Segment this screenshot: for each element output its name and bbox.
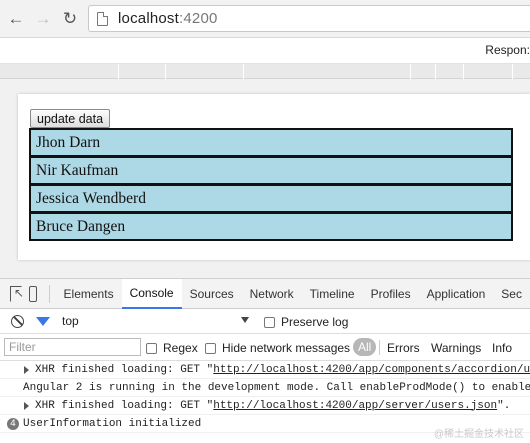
browser-toolbar: ← → ↻ localhost:4200 (0, 0, 530, 38)
responsive-dropdown[interactable]: Respon: (485, 43, 530, 57)
message-suffix: ". (497, 399, 511, 412)
preserve-log-checkbox[interactable] (264, 316, 275, 328)
filter-input[interactable] (4, 338, 141, 356)
message-link[interactable]: http://localhost:4200/app/components/acc… (213, 364, 530, 376)
page-viewport: update data Jhon Darn Nir Kaufman Jessic… (0, 79, 530, 278)
console-toolbar: top Preserve log (0, 309, 530, 334)
regex-option[interactable]: Regex (146, 341, 198, 355)
message-text: XHR finished loading: GET "http://localh… (35, 400, 510, 412)
clear-console-icon[interactable] (11, 314, 24, 328)
tab-profiles[interactable]: Profiles (363, 279, 419, 309)
level-all-button[interactable]: All (353, 338, 377, 356)
message-link[interactable]: http://localhost:4200/app/server/users.j… (213, 400, 497, 412)
url-port: :4200 (179, 10, 218, 27)
reload-icon[interactable]: ↻ (59, 8, 81, 30)
back-arrow-icon[interactable]: ← (5, 8, 27, 30)
hide-network-checkbox[interactable] (205, 342, 216, 354)
level-info-button[interactable]: Info (492, 341, 512, 355)
message-prefix: XHR finished loading: GET " (35, 399, 214, 412)
user-row: Bruce Dangen (29, 212, 513, 241)
tab-application[interactable]: Application (419, 279, 494, 309)
user-row: Jessica Wendberd (29, 184, 513, 213)
console-message: XHR finished loading: GET "http://localh… (0, 361, 530, 379)
device-toolbar: Respon: (0, 38, 530, 64)
tab-sources[interactable]: Sources (182, 279, 242, 309)
console-message: Angular 2 is running in the development … (0, 379, 530, 397)
console-messages: XHR finished loading: GET "http://localh… (0, 361, 530, 433)
regex-checkbox[interactable] (146, 342, 157, 354)
address-bar[interactable]: localhost:4200 (88, 5, 530, 32)
hide-network-label: Hide network messages (222, 341, 351, 355)
tab-security[interactable]: Sec (493, 279, 530, 309)
user-row: Jhon Darn (29, 128, 513, 157)
hide-network-option[interactable]: Hide network messages (205, 341, 350, 355)
inspect-element-icon[interactable] (10, 285, 24, 302)
level-warnings-button[interactable]: Warnings (431, 341, 481, 355)
watermark: @稀土掘金技术社区 (433, 429, 524, 440)
expand-arrow-icon[interactable] (24, 366, 29, 374)
page-icon (97, 11, 108, 26)
divider (379, 340, 380, 355)
device-mode-icon[interactable] (28, 285, 37, 302)
console-filter-bar: Regex Hide network messages All Errors W… (0, 334, 530, 361)
tab-elements[interactable]: Elements (50, 279, 122, 309)
app-root: update data Jhon Darn Nir Kaufman Jessic… (18, 94, 530, 260)
repeat-count-badge: 4 (7, 418, 19, 430)
forward-arrow-icon[interactable]: → (32, 8, 54, 30)
tab-timeline[interactable]: Timeline (302, 279, 363, 309)
tab-network[interactable]: Network (242, 279, 302, 309)
preserve-log-label: Preserve log (281, 315, 349, 329)
message-prefix: XHR finished loading: GET " (35, 363, 214, 376)
level-errors-button[interactable]: Errors (387, 341, 420, 355)
filter-icon[interactable] (36, 316, 50, 326)
dropdown-arrow-icon[interactable] (241, 317, 249, 323)
update-data-button[interactable]: update data (30, 109, 111, 128)
devtools-panel: Elements Console Sources Network Timelin… (0, 278, 530, 443)
message-text: XHR finished loading: GET "http://localh… (35, 364, 530, 376)
media-query-ruler (0, 64, 530, 79)
regex-label: Regex (163, 341, 198, 355)
user-row: Nir Kaufman (29, 156, 513, 185)
console-message: XHR finished loading: GET "http://localh… (0, 397, 530, 415)
expand-arrow-icon[interactable] (24, 402, 29, 410)
devtools-tabbar: Elements Console Sources Network Timelin… (0, 278, 530, 309)
preserve-log-option[interactable]: Preserve log (264, 315, 348, 329)
message-text: UserInformation initialized (23, 417, 202, 430)
tab-console[interactable]: Console (121, 278, 182, 309)
user-list: Jhon Darn Nir Kaufman Jessica Wendberd B… (29, 128, 513, 241)
context-selector[interactable]: top (62, 314, 79, 328)
message-text: Angular 2 is running in the development … (23, 381, 530, 394)
url-text: localhost:4200 (118, 10, 218, 27)
url-host: localhost (118, 10, 180, 27)
